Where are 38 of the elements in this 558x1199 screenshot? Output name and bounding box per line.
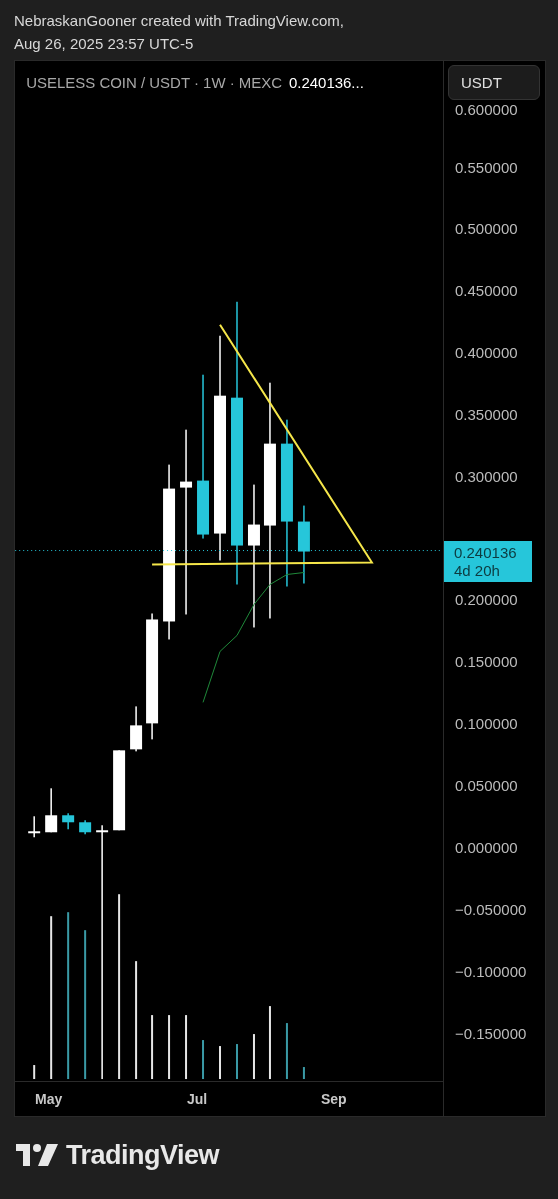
price-axis-label: −0.150000 [455, 1025, 527, 1042]
volume-bar [185, 1015, 188, 1080]
price-axis-label: 0.500000 [455, 220, 518, 237]
last-price-text: 0.240136 [454, 544, 518, 562]
price-axis-label: −0.100000 [455, 963, 527, 980]
candlestick [79, 820, 92, 835]
price-axis-label: 0.050000 [455, 777, 518, 794]
volume-bar [151, 1015, 154, 1080]
price-axis-label: 0.550000 [455, 159, 518, 176]
volume-bar [285, 1023, 288, 1080]
time-axis-label: Jul [187, 1091, 208, 1108]
candlestick [28, 816, 41, 838]
price-axis-label: 0.350000 [455, 406, 518, 423]
price-axis-label: 0.100000 [455, 715, 518, 732]
attribution-text: NebraskanGooner created with TradingView.com, [14, 11, 345, 31]
timestamp-text: Aug 26, 2025 23:57 UTC-5 [14, 34, 195, 54]
price-axis-label: 0.000000 [455, 839, 518, 856]
candlestick [62, 813, 75, 830]
price-axis-label: 0.450000 [455, 282, 518, 299]
legend-price: 0.240136... [288, 73, 364, 91]
price-axis-label: −0.050000 [455, 901, 527, 918]
price-axis-label: 0.600000 [455, 101, 518, 118]
symbol-legend: USELESS COIN / USDT · 1W · MEXC [26, 73, 283, 91]
time-axis-label: May [35, 1091, 63, 1108]
price-axis-label: 0.150000 [455, 653, 518, 670]
volume-bar [168, 1015, 171, 1080]
price-axis-label: 0.400000 [455, 344, 518, 361]
price-axis-label: 0.300000 [455, 468, 518, 485]
currency-button[interactable]: USDT [448, 65, 540, 100]
price-axis-label: 0.200000 [455, 591, 518, 608]
volume-bar [302, 1067, 305, 1080]
time-axis-label: Sep [321, 1091, 347, 1108]
volume-bar [33, 1065, 36, 1080]
countdown-text: 4d 20h [454, 562, 501, 580]
candlestick [130, 706, 143, 752]
logo-icon [16, 1144, 58, 1166]
brand-name: TradingView [66, 1139, 220, 1171]
candlestick [45, 788, 58, 833]
